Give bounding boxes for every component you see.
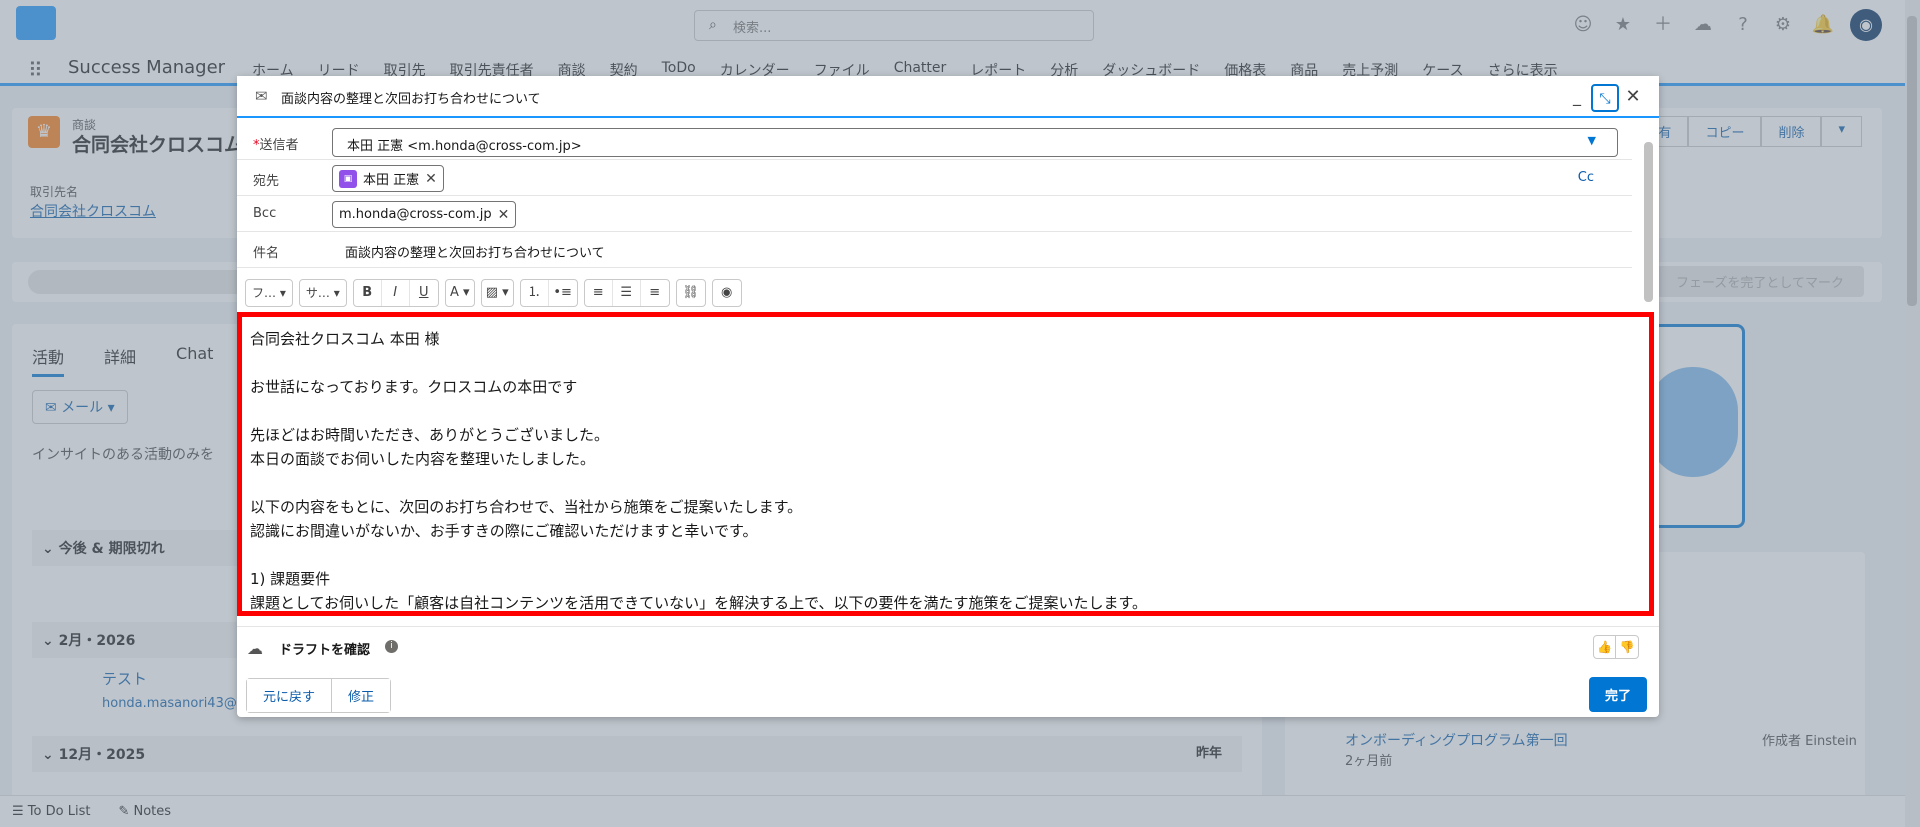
template-group: ◉ bbox=[711, 279, 742, 307]
align-right-icon[interactable]: ≡ bbox=[641, 280, 669, 306]
thumbs-up-icon[interactable]: 👍 bbox=[1594, 636, 1616, 658]
body-line: 合同会社クロスコム 本田 様 bbox=[250, 330, 440, 348]
draft-review-bar: ☁ ドラフトを確認 i 👍 👎 bbox=[237, 626, 1659, 666]
thumbs-down-icon[interactable]: 👎 bbox=[1616, 636, 1638, 658]
undo-button[interactable]: 元に戻す bbox=[247, 679, 333, 712]
info-icon[interactable]: i bbox=[385, 640, 398, 653]
close-icon[interactable]: ✕ bbox=[1619, 84, 1647, 112]
bcc-recipient-email: m.honda@cross-com.jp bbox=[339, 207, 492, 222]
link-icon[interactable]: ⛓ bbox=[677, 280, 705, 306]
subject-input[interactable]: 面談内容の整理と次回お打ち合わせについて bbox=[345, 242, 605, 261]
subject-label: 件名 bbox=[253, 246, 280, 261]
composer-header: ✉ 面談内容の整理と次回お打ち合わせについて _ ⤡ ✕ bbox=[237, 76, 1659, 118]
from-select[interactable]: 本田 正憲 <m.honda@cross-com.jp> bbox=[332, 128, 1618, 157]
composer-title: 面談内容の整理と次回お打ち合わせについて bbox=[281, 92, 541, 107]
email-composer: ✉ 面談内容の整理と次回お打ち合わせについて _ ⤡ ✕ *送信者 本田 正憲 … bbox=[237, 76, 1659, 717]
italic-icon[interactable]: I bbox=[382, 280, 410, 306]
align-center-icon[interactable]: ☰ bbox=[613, 280, 641, 306]
bold-icon[interactable]: B bbox=[354, 280, 382, 306]
to-row: 宛先 ▣ 本田 正憲 ✕ Cc bbox=[237, 160, 1632, 196]
rich-text-toolbar: フ… ▾ サ… ▾ B I U A ▾ ▨ ▾ ⒈ •≡ ≡ ☰ ≡ ⛓ ◉ bbox=[245, 278, 742, 308]
font-family-value: フ… ▾ bbox=[252, 286, 286, 300]
from-label-wrap: *送信者 bbox=[253, 134, 299, 153]
align-group: ≡ ☰ ≡ bbox=[583, 279, 670, 307]
list-group: ⒈ •≡ bbox=[519, 279, 578, 307]
edit-button[interactable]: 修正 bbox=[332, 679, 391, 712]
bcc-row: Bcc m.honda@cross-com.jp ✕ bbox=[237, 196, 1632, 232]
scroll-thumb[interactable] bbox=[1644, 142, 1653, 302]
subject-row: 件名 面談内容の整理と次回お打ち合わせについて bbox=[237, 232, 1632, 268]
from-row: *送信者 本田 正憲 <m.honda@cross-com.jp> ▼ bbox=[237, 124, 1632, 160]
to-recipient-name: 本田 正憲 bbox=[363, 173, 420, 188]
align-left-icon[interactable]: ≡ bbox=[585, 280, 613, 306]
body-line: 先ほどはお時間いただき、ありがとうございました。 bbox=[250, 426, 609, 444]
body-line: 以下の内容をもとに、次回のお打ち合わせで、当社から施策をご提案いたします。 bbox=[250, 498, 803, 516]
underline-icon[interactable]: U bbox=[410, 280, 438, 306]
remove-icon[interactable]: ✕ bbox=[425, 171, 437, 187]
body-line bbox=[250, 543, 1641, 567]
text-color-group: A ▾ bbox=[444, 279, 475, 307]
template-icon[interactable]: ◉ bbox=[713, 280, 741, 306]
body-line: 課題としてお伺いした「顧客は自社コンテンツを活用できていない」を解決する上で、以… bbox=[250, 594, 1148, 612]
chevron-down-icon[interactable]: ▼ bbox=[1588, 134, 1596, 147]
text-color-icon[interactable]: A ▾ bbox=[446, 280, 474, 306]
email-icon: ✉ bbox=[255, 87, 268, 105]
font-size-label: サ… bbox=[305, 286, 330, 300]
bulleted-list-icon[interactable]: •≡ bbox=[549, 280, 577, 306]
draft-actions: 元に戻す 修正 bbox=[246, 678, 392, 713]
body-line: 1) 課題要件 bbox=[250, 570, 331, 588]
bcc-label: Bcc bbox=[253, 206, 277, 221]
font-family-label: フ… bbox=[252, 286, 277, 300]
contact-icon: ▣ bbox=[339, 169, 357, 188]
from-label: 送信者 bbox=[259, 138, 299, 153]
cc-link[interactable]: Cc bbox=[1578, 170, 1594, 185]
body-line: 本日の面談でお伺いした内容を整理いたしました。 bbox=[250, 450, 596, 468]
to-label: 宛先 bbox=[253, 174, 280, 189]
link-group: ⛓ bbox=[675, 279, 706, 307]
format-group: B I U bbox=[352, 279, 439, 307]
body-line: お世話になっております。クロスコムの本田です bbox=[250, 378, 578, 396]
email-body-editor[interactable]: 合同会社クロスコム 本田 様 お世話になっております。クロスコムの本田です 先ほ… bbox=[237, 312, 1654, 616]
font-size-select[interactable]: サ… ▾ bbox=[298, 279, 347, 307]
done-button[interactable]: 完了 bbox=[1588, 677, 1647, 712]
image-icon[interactable]: ▨ ▾ bbox=[482, 280, 513, 306]
body-line bbox=[250, 351, 1641, 375]
minimize-icon[interactable]: _ bbox=[1563, 84, 1591, 112]
body-line: 認識にお間違いがないか、お手すきの際にご確認いただけますと幸いです。 bbox=[250, 522, 758, 540]
to-recipient-pill[interactable]: ▣ 本田 正憲 ✕ bbox=[332, 165, 444, 192]
collapse-expand-icon[interactable]: ⤡ bbox=[1591, 84, 1619, 112]
einstein-icon: ☁ bbox=[247, 639, 263, 658]
draft-label: ドラフトを確認 bbox=[279, 643, 371, 658]
from-value: 本田 正憲 <m.honda@cross-com.jp> bbox=[347, 139, 582, 154]
numbered-list-icon[interactable]: ⒈ bbox=[521, 280, 549, 306]
bcc-recipient-pill[interactable]: m.honda@cross-com.jp ✕ bbox=[332, 201, 517, 228]
remove-icon[interactable]: ✕ bbox=[498, 207, 510, 223]
image-group: ▨ ▾ bbox=[480, 279, 514, 307]
composer-scrollbar[interactable] bbox=[1641, 122, 1655, 562]
font-family-select[interactable]: フ… ▾ bbox=[245, 279, 293, 307]
body-line bbox=[250, 471, 1641, 495]
feedback-buttons: 👍 👎 bbox=[1593, 635, 1639, 659]
body-line bbox=[250, 399, 1641, 423]
font-size-value: サ… ▾ bbox=[305, 286, 340, 300]
